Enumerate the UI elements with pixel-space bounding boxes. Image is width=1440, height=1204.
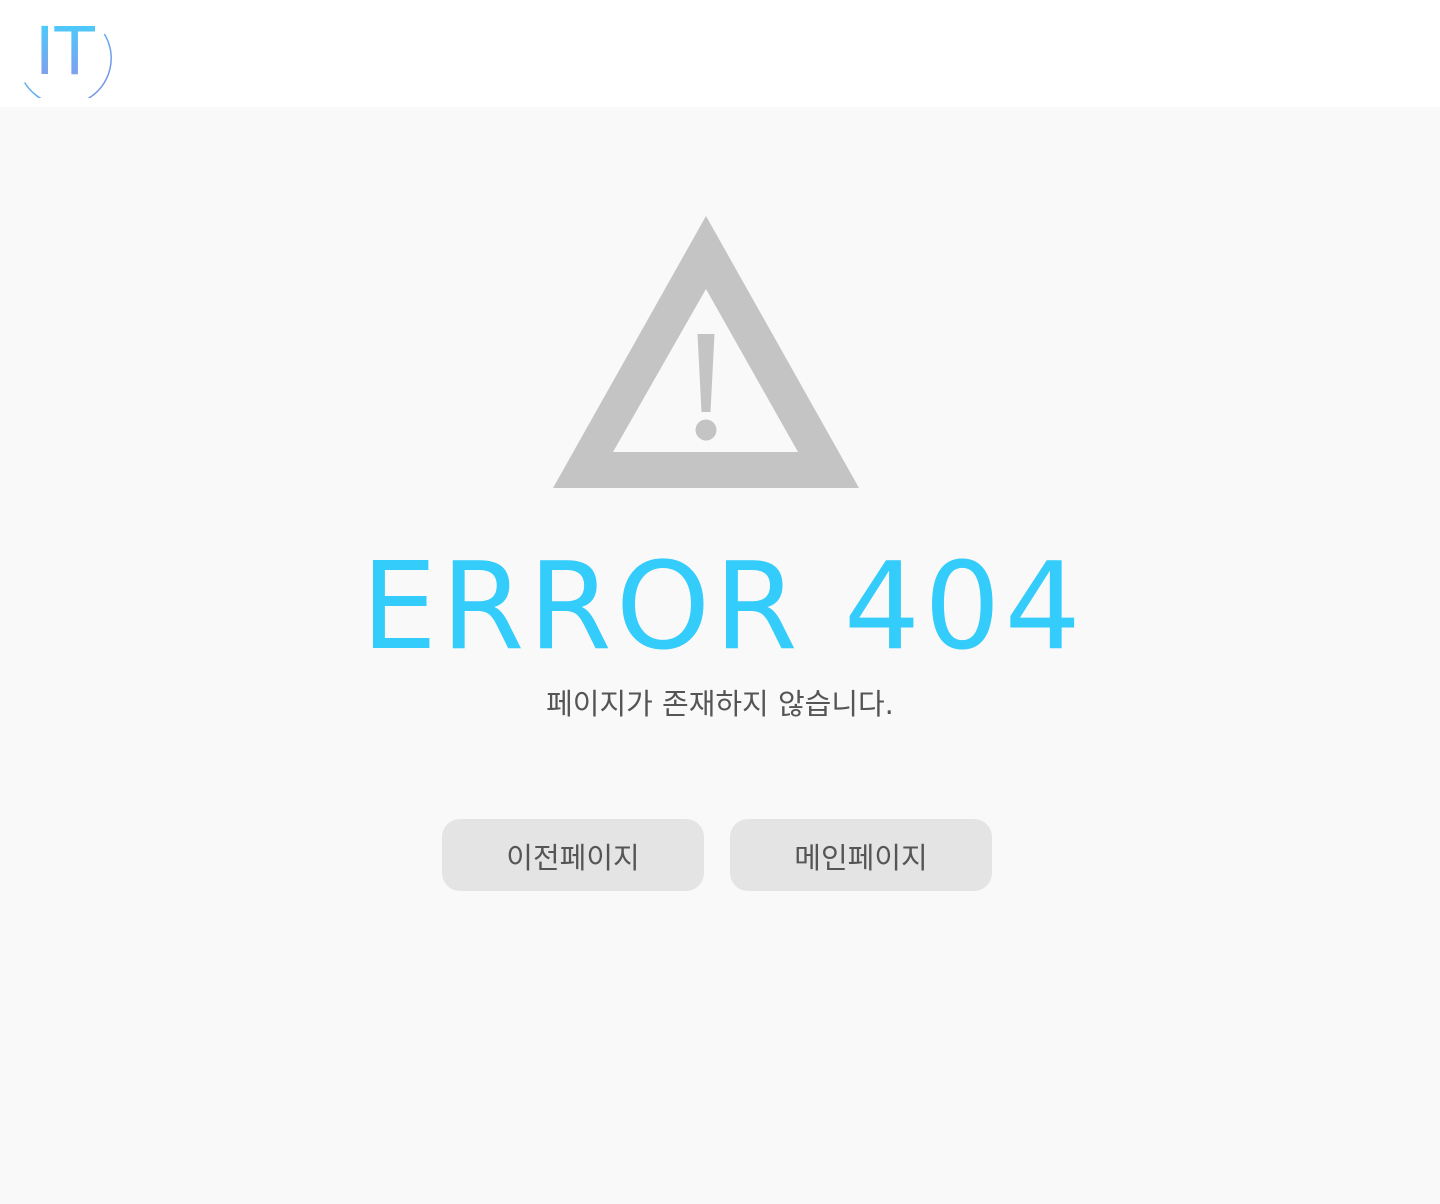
main-page-label: 메인페이지: [794, 841, 928, 875]
it-logo-icon[interactable]: IT: [18, 10, 114, 106]
previous-page-button[interactable]: 이전페이지: [442, 819, 704, 891]
previous-page-label: 이전페이지: [506, 841, 640, 875]
logo-text: IT: [35, 13, 95, 90]
error-title: ERROR 404: [361, 538, 1085, 677]
main-page-button[interactable]: 메인페이지: [730, 819, 992, 891]
warning-triangle-icon: [553, 216, 859, 488]
error-message: 페이지가 존재하지 않습니다.: [546, 687, 894, 721]
site-header: IT: [0, 0, 1440, 107]
logo-graphic: IT: [23, 13, 112, 106]
